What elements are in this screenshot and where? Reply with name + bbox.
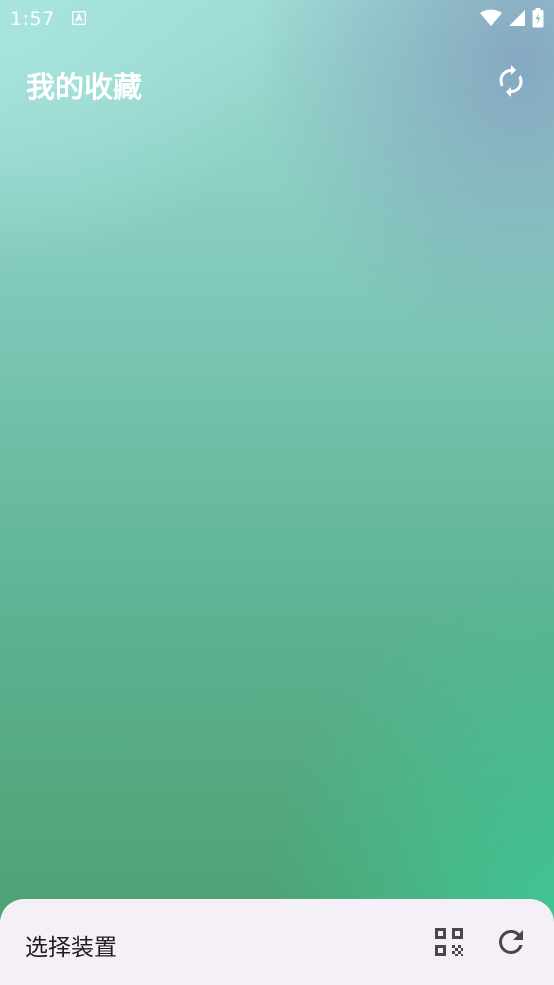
qr-code-icon [435,928,463,956]
app-notification-icon [72,11,86,25]
signal-icon [509,10,525,26]
page-title: 我的收藏 [26,70,143,104]
status-bar: 1:57 [0,0,554,38]
wifi-icon [480,9,502,26]
battery-charging-icon [532,8,544,28]
qr-scan-button[interactable] [430,923,468,961]
app-bar: 我的收藏 [0,56,554,112]
screen: 1:57 我的收藏 选择装置 [0,0,554,985]
status-icons [480,8,544,28]
select-device-label[interactable]: 选择装置 [25,928,117,962]
bottom-sheet[interactable]: 选择装置 [0,899,554,985]
status-time: 1:57 [10,8,55,30]
refresh-button[interactable] [492,923,530,961]
sync-icon [499,65,523,97]
refresh-icon [499,930,523,954]
sync-button[interactable] [490,60,532,102]
